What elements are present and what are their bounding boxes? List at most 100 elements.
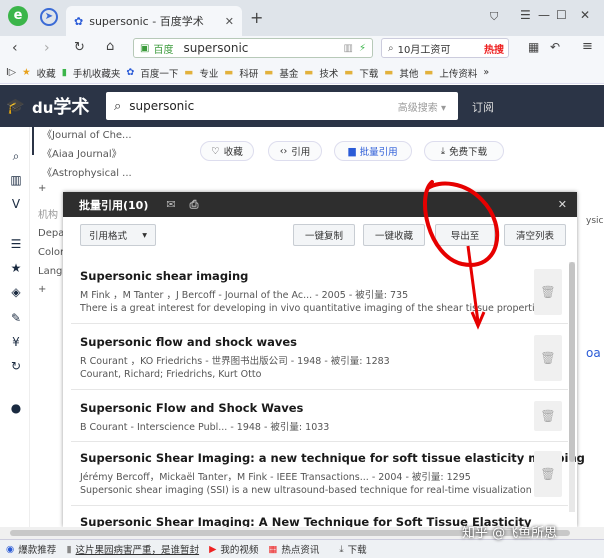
status-item[interactable]: 爆款推荐 xyxy=(18,542,56,556)
bookmark-more[interactable]: » xyxy=(483,67,489,78)
delete-item-button[interactable]: 🗑 xyxy=(534,401,562,431)
layers-icon[interactable]: ◈ xyxy=(9,285,23,299)
browser-logo-icon[interactable]: e xyxy=(8,6,28,26)
delete-item-button[interactable]: 🗑 xyxy=(534,269,562,315)
folder-icon: ▬ xyxy=(344,67,354,78)
bookmark-item[interactable]: 收藏 xyxy=(37,66,56,80)
sidebar-toggle-icon[interactable]: I▷ xyxy=(6,67,16,78)
grid-icon[interactable]: ▦ xyxy=(528,40,539,54)
secure-lock-icon: ▣ xyxy=(140,42,150,54)
back-icon[interactable]: ‹ xyxy=(12,40,18,56)
copy-all-button[interactable]: 一键复制 xyxy=(293,224,355,246)
undo-icon[interactable]: ↶ xyxy=(550,40,560,54)
library-icon[interactable]: ▥ xyxy=(9,173,23,187)
tab-active[interactable]: ✿ supersonic - 百度学术 ✕ xyxy=(66,6,242,36)
cite-button[interactable]: ‹› 引用 xyxy=(268,141,322,161)
ref-link[interactable]: 《Aiaa Journal》 xyxy=(42,145,122,160)
right-edge-link[interactable]: oa xyxy=(586,346,601,360)
site-logo[interactable]: du学术 xyxy=(32,93,89,119)
menu-icon[interactable]: ☰ xyxy=(520,8,531,22)
folder-icon: ▆ xyxy=(348,145,356,157)
code-icon: ‹› xyxy=(279,145,288,157)
bookmark-item[interactable]: 百度一下 xyxy=(140,66,178,80)
phone-icon: ▮ xyxy=(61,67,67,78)
status-item[interactable]: 热点资讯 xyxy=(281,542,319,556)
forward-icon[interactable]: › xyxy=(44,40,50,56)
status-item[interactable]: 下载 xyxy=(348,542,367,556)
site-search-input[interactable]: ⌕ supersonic 高级搜索 ▾ xyxy=(106,92,458,120)
search-icon[interactable]: ⌕ xyxy=(9,149,23,163)
refresh-icon[interactable]: ↻ xyxy=(74,40,85,55)
item-title[interactable]: Supersonic flow and shock waves xyxy=(80,335,297,349)
bookmark-item[interactable]: 手机收藏夹 xyxy=(73,66,121,80)
status-item[interactable]: 这片果园病害严重，是谁暂封 xyxy=(76,542,200,556)
lightning-icon[interactable]: ⚡ xyxy=(359,43,366,54)
bookmark-item[interactable]: 专业 xyxy=(199,66,218,80)
pen-icon[interactable]: ✎ xyxy=(9,311,23,325)
yen-icon[interactable]: ¥ xyxy=(9,335,23,349)
bookmark-item[interactable]: 科研 xyxy=(239,66,258,80)
shirt-icon[interactable]: ⛉ xyxy=(490,10,498,24)
collect-label: 收藏 xyxy=(223,147,243,158)
modal-scroll-thumb[interactable] xyxy=(569,262,575,462)
address-bar[interactable]: ▣ 百度 supersonic ▥ ⚡ xyxy=(133,38,373,58)
new-tab-button[interactable]: + xyxy=(250,8,263,27)
du-paw-icon: du xyxy=(32,99,54,117)
hot-search-label[interactable]: 热搜 xyxy=(484,41,504,56)
browser-search-box[interactable]: ⌕ 10月工资可 热搜 xyxy=(381,38,509,58)
batch-cite-label: 批量引用 xyxy=(359,147,398,158)
status-item[interactable]: 我的视频 xyxy=(220,542,258,556)
item-title[interactable]: Supersonic shear imaging xyxy=(80,269,248,283)
expand-plus[interactable]: + xyxy=(38,284,46,295)
delete-item-button[interactable]: 🗑 xyxy=(534,451,562,497)
subscribe-link[interactable]: 订阅 xyxy=(472,99,494,115)
home-icon[interactable]: ⌂ xyxy=(106,39,114,54)
folder-icon: ▬ xyxy=(384,67,394,78)
download-icon: ⤓ xyxy=(339,543,344,555)
org-item[interactable]: Depa xyxy=(38,228,64,239)
bookmark-item[interactable]: 上传资料 xyxy=(439,66,477,80)
modal-title: 批量引用(10) xyxy=(79,198,149,212)
minimize-icon[interactable]: — xyxy=(538,8,550,22)
bookmark-item[interactable]: 下载 xyxy=(359,66,378,80)
item-title[interactable]: Supersonic Shear Imaging: a new techniqu… xyxy=(80,451,585,465)
free-download-button[interactable]: ⤓ 免费下载 xyxy=(424,141,504,161)
download-icon: ⤓ xyxy=(440,145,446,157)
item-title[interactable]: Supersonic Flow and Shock Waves xyxy=(80,401,303,415)
compass-icon[interactable]: ➤ xyxy=(40,8,58,26)
list-item[interactable]: Supersonic Flow and Shock Waves B Couran… xyxy=(71,394,568,442)
close-icon[interactable]: ✕ xyxy=(558,198,567,211)
close-tab-icon[interactable]: ✕ xyxy=(225,15,234,28)
bookmark-item[interactable]: 基金 xyxy=(279,66,298,80)
bulb-icon: ◉ xyxy=(6,543,15,555)
graduation-cap-icon: 🎓 xyxy=(6,97,25,115)
expand-plus[interactable]: + xyxy=(38,183,46,194)
caret-down-icon: ▾ xyxy=(142,229,147,241)
user-icon[interactable]: ● xyxy=(9,401,23,415)
sync-icon[interactable]: ↻ xyxy=(9,359,23,373)
star-icon[interactable]: ★ xyxy=(9,261,23,275)
batch-cite-button[interactable]: ▆ 批量引用 xyxy=(334,141,412,161)
mail-icon[interactable]: ✉ xyxy=(166,198,175,211)
print-icon[interactable]: ⎙ xyxy=(190,198,199,212)
ref-link[interactable]: 《Astrophysical ... xyxy=(42,164,132,179)
ref-link[interactable]: 《Journal of Che... xyxy=(42,126,132,141)
collect-button[interactable]: ♡ 收藏 xyxy=(200,141,254,161)
bookmark-item[interactable]: 其他 xyxy=(399,66,418,80)
trash-icon: 🗑 xyxy=(540,351,556,365)
citation-format-select[interactable]: 引用格式 ▾ xyxy=(80,224,156,246)
more-icon[interactable]: ≡ xyxy=(582,39,593,54)
bookmark-item[interactable]: 技术 xyxy=(319,66,338,80)
list-item[interactable]: Supersonic flow and shock waves R Couran… xyxy=(71,328,568,390)
delete-item-button[interactable]: 🗑 xyxy=(534,335,562,381)
v-icon[interactable]: V xyxy=(9,197,23,211)
bookmarks-bar: I▷ ★ 收藏 ▮ 手机收藏夹 ✿ 百度一下 ▬ 专业 ▬ 科研 ▬ 基金 ▬ … xyxy=(0,62,604,84)
close-window-icon[interactable]: ✕ xyxy=(580,8,590,22)
list-item[interactable]: Supersonic Shear Imaging: a new techniqu… xyxy=(71,444,585,506)
rss-icon[interactable]: ☰ xyxy=(9,237,23,251)
maximize-icon[interactable]: ☐ xyxy=(556,8,567,22)
advanced-search-link[interactable]: 高级搜索 ▾ xyxy=(398,99,446,114)
logo-text: 学术 xyxy=(53,97,90,118)
tab-strip: e ➤ ✿ supersonic - 百度学术 ✕ + ⛉ ☰ — ☐ ✕ xyxy=(0,0,604,36)
reader-icon[interactable]: ▥ xyxy=(344,43,353,54)
